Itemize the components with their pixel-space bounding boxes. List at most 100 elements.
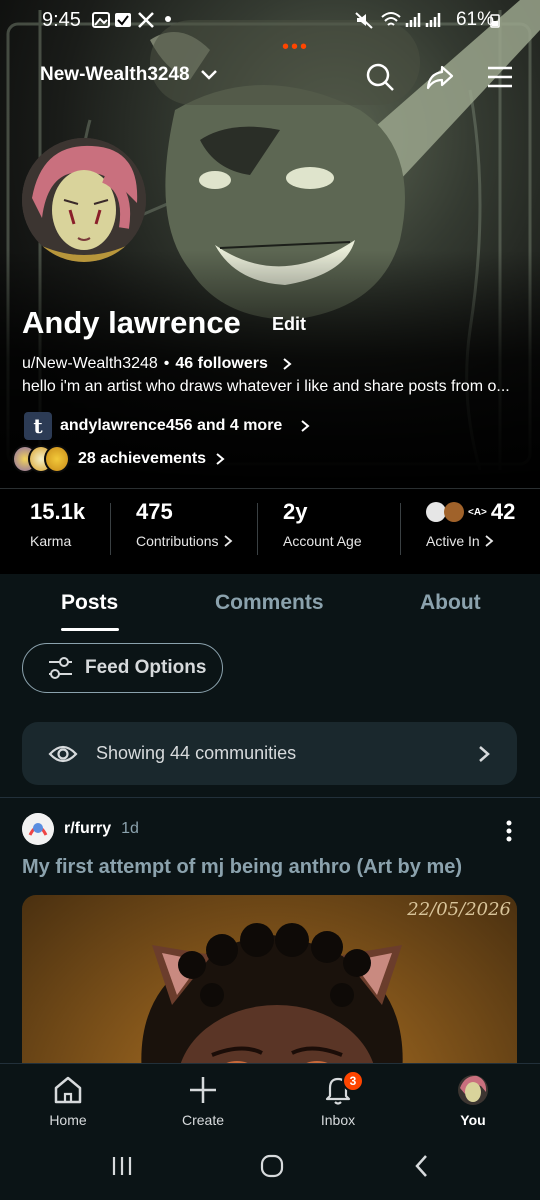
chevron-right-icon (216, 453, 225, 465)
contributions-link: Contributions (136, 533, 233, 549)
post-age: 1d (121, 820, 139, 837)
image-date-watermark: 22/05/2026 (407, 899, 511, 920)
recent-apps-icon[interactable] (110, 1155, 134, 1177)
stat-divider (257, 503, 258, 555)
account-age-label: Account Age (283, 533, 362, 549)
profile-avatar[interactable] (22, 138, 146, 262)
nav-create-label: Create (181, 1112, 225, 1128)
display-name: Andy lawrence (22, 305, 241, 340)
community-icon (444, 502, 464, 522)
tab-posts[interactable]: Posts (61, 591, 118, 615)
more-options-icon[interactable] (506, 820, 512, 842)
nav-you[interactable]: You (433, 1074, 513, 1128)
bottom-navigation: Home Create 3 Inbox You (0, 1063, 540, 1133)
profile-bio: hello i'm an artist who draws whatever i… (22, 378, 510, 395)
home-system-icon[interactable] (259, 1154, 285, 1178)
edit-profile-button[interactable]: Edit (272, 314, 306, 335)
post-header[interactable]: r/furry 1d (22, 813, 139, 845)
plus-icon (190, 1077, 216, 1103)
status-bar: 9:45 61% (0, 0, 540, 40)
inbox-badge: 3 (342, 1070, 364, 1092)
signal-icon (405, 13, 421, 27)
search-icon (366, 63, 394, 91)
post-artwork (141, 923, 403, 1075)
active-tab-indicator (61, 628, 119, 631)
back-icon[interactable] (414, 1154, 430, 1178)
achievements-link[interactable]: 28 achievements (12, 445, 226, 473)
post-title[interactable]: My first attempt of mj being anthro (Art… (22, 856, 462, 879)
mute-icon (355, 12, 373, 29)
profile-stats: 15.1k Karma 475 Contributions 2y Account… (0, 488, 540, 574)
feed-options-label: Feed Options (85, 657, 207, 678)
profile-meta[interactable]: u/New-Wealth3248 • 46 followers (22, 355, 294, 373)
section-divider (0, 797, 540, 798)
search-button[interactable] (358, 57, 402, 97)
nav-inbox-label: Inbox (320, 1112, 356, 1128)
tab-comments[interactable]: Comments (215, 591, 324, 615)
drag-handle-dots: ••• (282, 36, 310, 58)
subreddit-icon (22, 813, 54, 845)
battery-icon (490, 14, 500, 28)
active-in-value: 42 (490, 499, 516, 524)
dot-icon (165, 16, 171, 22)
karma-label: Karma (30, 533, 72, 549)
contributions-label: Contributions (136, 533, 219, 549)
tumblr-icon: t (24, 412, 52, 440)
x-app-icon (138, 12, 154, 28)
karma-value: 15.1k (30, 499, 86, 524)
chevron-right-icon (223, 535, 232, 547)
achievement-badges (12, 445, 70, 473)
profile-tabs: Posts Comments About (0, 574, 540, 634)
profile-handle: u/New-Wealth3248 (22, 355, 158, 372)
user-avatar-icon (458, 1075, 488, 1105)
stat-divider (110, 503, 111, 555)
contributions-value: 475 (136, 499, 173, 524)
post-image[interactable]: 22/05/2026 (22, 895, 517, 1075)
menu-icon (488, 66, 512, 88)
social-links[interactable]: t andylawrence456 and 4 more (24, 412, 312, 440)
stat-contributions[interactable]: 475 Contributions (136, 499, 233, 563)
nav-home-label: Home (49, 1112, 87, 1128)
tab-about[interactable]: About (420, 591, 481, 615)
share-icon (426, 65, 454, 90)
social-links-text: andylawrence456 and 4 more (60, 417, 283, 434)
account-age-value: 2y (283, 499, 308, 524)
community-icon (426, 502, 446, 522)
gallery-notification-icon (92, 12, 110, 28)
active-in-row: <A> 42 (426, 499, 515, 525)
share-button[interactable] (418, 57, 462, 97)
chevron-right-icon (485, 535, 494, 547)
communities-text: Showing 44 communities (96, 743, 297, 763)
chevron-right-icon (301, 420, 310, 432)
communities-filter[interactable]: Showing 44 communities (22, 722, 517, 785)
nav-you-label: You (460, 1112, 486, 1128)
signal-icon-2 (425, 13, 441, 27)
eye-icon (48, 745, 78, 762)
header-username: New-Wealth3248 (40, 64, 190, 85)
chevron-right-icon (283, 358, 292, 370)
stat-active-in[interactable]: <A> 42 Active In (426, 499, 515, 563)
achievement-badge-icon (44, 445, 70, 473)
active-in-link: Active In (426, 533, 515, 549)
wifi-icon (381, 12, 401, 26)
sliders-icon (49, 657, 72, 679)
system-navigation-bar (0, 1133, 540, 1200)
home-icon (54, 1076, 82, 1104)
active-in-label: Active In (426, 533, 480, 549)
feed-options-button[interactable]: Feed Options (22, 643, 223, 693)
stat-divider (400, 503, 401, 555)
menu-button[interactable] (478, 57, 522, 97)
meta-separator: • (163, 355, 170, 372)
account-switcher[interactable]: New-Wealth3248 (40, 64, 218, 86)
nav-create[interactable]: Create (163, 1074, 243, 1128)
chevron-right-icon (479, 745, 490, 762)
followers-count: 46 followers (175, 355, 268, 372)
nav-home[interactable]: Home (28, 1074, 108, 1128)
nav-inbox[interactable]: 3 Inbox (298, 1070, 378, 1128)
avatar-illustration (22, 138, 146, 262)
achievements-text: 28 achievements (78, 450, 207, 467)
stat-account-age: 2y Account Age (283, 499, 362, 563)
status-time: 9:45 (42, 9, 81, 31)
subreddit-name: r/furry (64, 820, 112, 837)
chevron-down-icon (200, 70, 217, 80)
